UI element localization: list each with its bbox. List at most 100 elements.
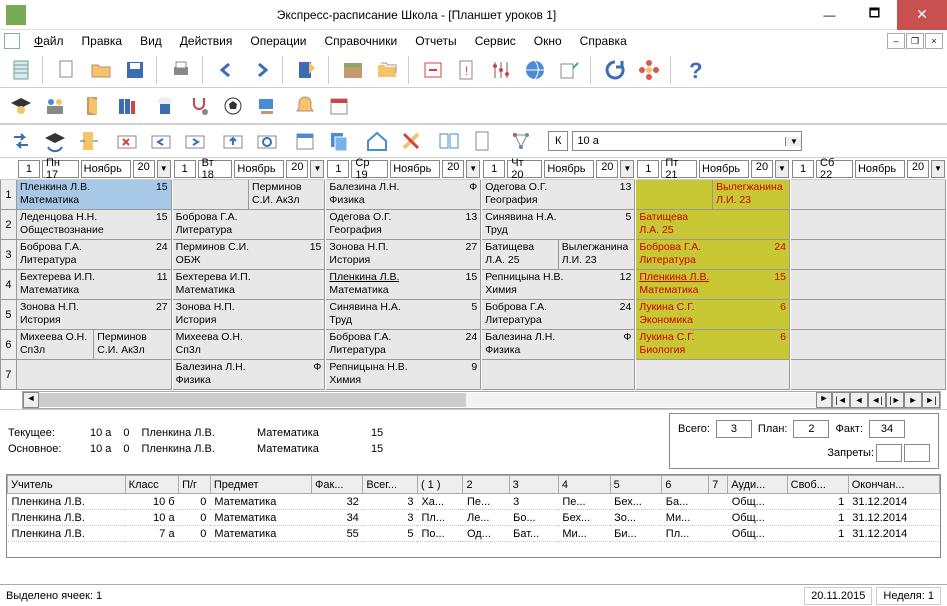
- col-pg[interactable]: П/г: [179, 476, 211, 494]
- maximize-button[interactable]: 🗖: [852, 0, 897, 30]
- lesson-cell[interactable]: [482, 360, 635, 390]
- save-icon[interactable]: [120, 55, 150, 85]
- day-name[interactable]: Пн 17: [42, 160, 79, 178]
- teachers-grid[interactable]: Учитель Класс П/г Предмет Фак... Всег...…: [6, 474, 941, 558]
- shift-box[interactable]: 1: [792, 160, 814, 178]
- new-icon[interactable]: [52, 55, 82, 85]
- undo-icon[interactable]: [212, 55, 242, 85]
- lesson-cell[interactable]: Балезина Л.Н.ФФизика: [326, 180, 481, 210]
- lesson-cell[interactable]: БатищеваЛ.А. 25: [636, 210, 790, 240]
- menu-service[interactable]: Сервис: [467, 32, 524, 50]
- year-box[interactable]: 20: [596, 160, 618, 178]
- dropdown-icon[interactable]: ▼: [466, 160, 480, 178]
- books-icon[interactable]: [112, 91, 142, 121]
- home-icon[interactable]: [362, 126, 392, 156]
- lesson-cell[interactable]: Бехтерева И.П.Математика: [173, 270, 326, 300]
- menu-file[interactable]: Файл: [26, 32, 72, 50]
- h-scrollbar[interactable]: ◄ ► |◄ ◄ ◄| |► ► ►|: [22, 391, 941, 409]
- lesson-cell-split[interactable]: ПерминовС.И. Ак3л: [173, 180, 326, 210]
- shift-box[interactable]: 1: [483, 160, 505, 178]
- lesson-cell[interactable]: Пленкина Л.В.15Математика: [636, 270, 790, 300]
- menu-references[interactable]: Справочники: [317, 32, 406, 50]
- year-box[interactable]: 20: [442, 160, 464, 178]
- lesson-cell[interactable]: Пленкина Л.В.15Математика: [17, 180, 172, 210]
- archive-icon[interactable]: [338, 55, 368, 85]
- year-box[interactable]: 20: [751, 160, 773, 178]
- col-subject[interactable]: Предмет: [210, 476, 311, 494]
- lesson-cell[interactable]: Репницына Н.В.9Химия: [326, 360, 481, 390]
- menu-help[interactable]: Справка: [572, 32, 635, 50]
- nav-prev-icon[interactable]: ◄: [850, 392, 868, 408]
- nav-nextday-icon[interactable]: |►: [886, 392, 904, 408]
- page-icon[interactable]: [468, 126, 498, 156]
- tools-icon[interactable]: [396, 126, 426, 156]
- lesson-cell[interactable]: Лукина С.Г.6Экономика: [636, 300, 790, 330]
- rotate-hat-icon[interactable]: [40, 126, 70, 156]
- col-aud[interactable]: Ауди...: [728, 476, 787, 494]
- month-name[interactable]: Ноябрь: [699, 160, 749, 178]
- menu-operations[interactable]: Операции: [242, 32, 314, 50]
- col-1[interactable]: ( 1 ): [417, 476, 463, 494]
- book-open-icon[interactable]: [434, 126, 464, 156]
- lesson-cell[interactable]: Зонова Н.П.27История: [17, 300, 172, 330]
- month-name[interactable]: Ноябрь: [81, 160, 131, 178]
- lesson-cell[interactable]: Одегова О.Г.13География: [482, 180, 635, 210]
- people-icon[interactable]: [40, 91, 70, 121]
- scroll-thumb[interactable]: [39, 393, 466, 407]
- swap-icon[interactable]: [6, 126, 36, 156]
- col-4[interactable]: 4: [558, 476, 610, 494]
- mdi-minimize[interactable]: –: [887, 33, 905, 49]
- year-box[interactable]: 20: [133, 160, 155, 178]
- folder-loop-icon[interactable]: [252, 126, 282, 156]
- lesson-cell[interactable]: Перминов С.И.15ОБЖ: [173, 240, 326, 270]
- table-row[interactable]: Пленкина Л.В.10 а0Математика343Пл...Ле..…: [8, 510, 940, 526]
- col-3[interactable]: 3: [509, 476, 558, 494]
- shift-box[interactable]: 1: [327, 160, 349, 178]
- day-header[interactable]: 1 Ср 19 Ноябрь 20 ▼: [326, 158, 481, 180]
- mdi-restore[interactable]: ❐: [906, 33, 924, 49]
- menu-edit[interactable]: Правка: [74, 32, 131, 50]
- year-box[interactable]: 20: [907, 160, 929, 178]
- lesson-cell[interactable]: Синявина Н.А.5Труд: [326, 300, 481, 330]
- computer-icon[interactable]: [252, 91, 282, 121]
- shift-box[interactable]: 1: [174, 160, 196, 178]
- class-selector[interactable]: 10 а ▼: [572, 131, 802, 151]
- notebook-icon[interactable]: [6, 55, 36, 85]
- lesson-cell[interactable]: Синявина Н.А.5Труд: [482, 210, 635, 240]
- mdi-close[interactable]: ×: [925, 33, 943, 49]
- col-2[interactable]: 2: [463, 476, 509, 494]
- calendar2-icon[interactable]: [290, 126, 320, 156]
- lesson-cell[interactable]: Репницына Н.В.12Химия: [482, 270, 635, 300]
- open-icon[interactable]: [86, 55, 116, 85]
- lesson-cell[interactable]: [791, 330, 946, 360]
- lesson-cell[interactable]: [791, 300, 946, 330]
- folder-up-icon[interactable]: [218, 126, 248, 156]
- lesson-cell[interactable]: Бехтерева И.П.11Математика: [17, 270, 172, 300]
- lesson-cell[interactable]: [791, 210, 946, 240]
- lesson-cell[interactable]: [791, 240, 946, 270]
- shift-box[interactable]: 1: [18, 160, 40, 178]
- col-6[interactable]: 6: [662, 476, 709, 494]
- col-end[interactable]: Окончан...: [848, 476, 939, 494]
- menu-actions[interactable]: Действия: [172, 32, 241, 50]
- scroll-left-icon[interactable]: ◄: [23, 392, 39, 408]
- graduate-icon[interactable]: [6, 91, 36, 121]
- lesson-cell[interactable]: Боброва Г.А.24Литература: [326, 330, 481, 360]
- folder-right-icon[interactable]: [180, 126, 210, 156]
- ball-icon[interactable]: [218, 91, 248, 121]
- scroll-right-icon[interactable]: ►: [816, 392, 832, 408]
- minimize-button[interactable]: —: [807, 0, 852, 30]
- table-row[interactable]: Пленкина Л.В.7 а0Математика555По...Од...…: [8, 526, 940, 542]
- day-header[interactable]: 1 Вт 18 Ноябрь 20 ▼: [173, 158, 326, 180]
- calendar-icon[interactable]: [324, 91, 354, 121]
- month-name[interactable]: Ноябрь: [390, 160, 440, 178]
- help-icon[interactable]: ?: [680, 55, 710, 85]
- col-7[interactable]: 7: [709, 476, 728, 494]
- flower-icon[interactable]: [634, 55, 664, 85]
- lesson-cell[interactable]: Зонова Н.П.27История: [326, 240, 481, 270]
- shift-box[interactable]: 1: [637, 160, 659, 178]
- nav-last-icon[interactable]: ►|: [922, 392, 940, 408]
- col-teacher[interactable]: Учитель: [8, 476, 126, 494]
- nav-prevday-icon[interactable]: ◄|: [868, 392, 886, 408]
- day-name[interactable]: Пт 21: [661, 160, 697, 178]
